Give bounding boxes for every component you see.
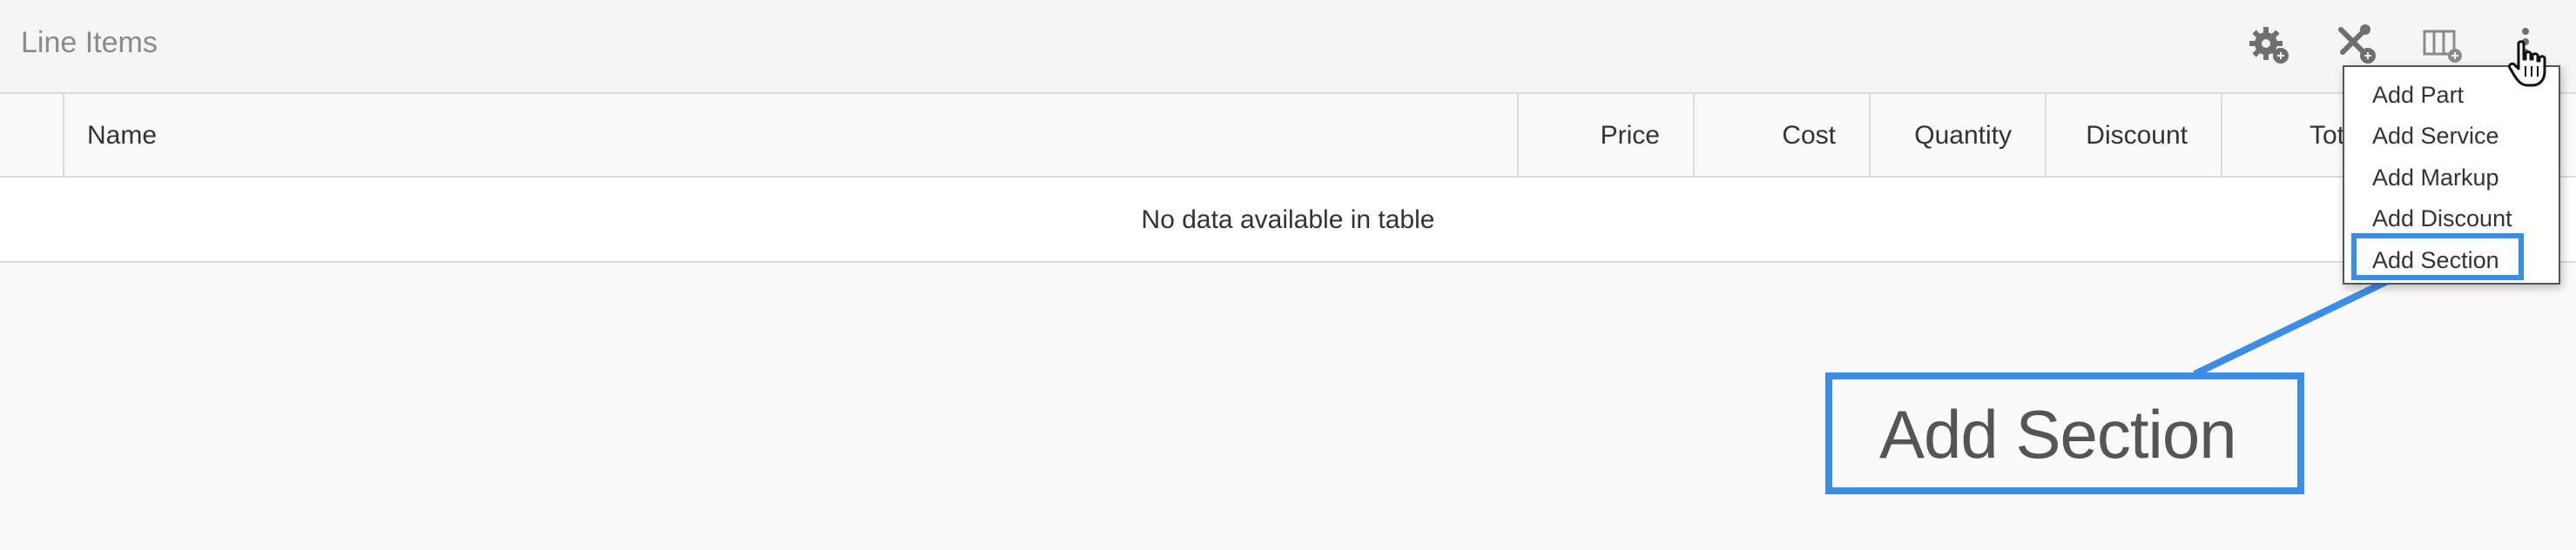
tools-add-icon[interactable] — [2330, 19, 2383, 71]
column-header-cost[interactable]: Cost — [1693, 94, 1869, 178]
settings-add-icon[interactable] — [2243, 19, 2296, 71]
menu-item-add-markup[interactable]: Add Markup — [2372, 158, 2499, 197]
line-items-table: Name Price Cost Quantity Discount Total … — [0, 94, 2576, 263]
columns-add-icon[interactable] — [2418, 19, 2470, 71]
menu-item-add-service[interactable]: Add Service — [2372, 117, 2499, 155]
menu-item-add-part[interactable]: Add Part — [2372, 76, 2464, 114]
table-header-row: Name Price Cost Quantity Discount Total — [0, 94, 2576, 178]
callout-box: Add Section — [1825, 372, 2304, 494]
table-row: No data available in table — [0, 178, 2576, 263]
more-actions-dropdown: Add Part Add Service Add Markup Add Disc… — [2343, 65, 2560, 285]
callout-label: Add Section — [1879, 396, 2237, 473]
line-items-header: Line Items — [0, 0, 2576, 94]
menu-item-add-section[interactable]: Add Section — [2372, 241, 2499, 279]
column-header-name[interactable]: Name — [63, 94, 1517, 178]
hand-cursor-icon — [2508, 40, 2546, 87]
column-header-discount[interactable]: Discount — [2045, 94, 2221, 178]
column-header-select[interactable] — [0, 94, 63, 178]
column-header-price[interactable]: Price — [1517, 94, 1693, 178]
empty-table-message: No data available in table — [1141, 205, 1435, 234]
page-title: Line Items — [21, 26, 158, 59]
column-header-quantity[interactable]: Quantity — [1869, 94, 2045, 178]
menu-item-add-discount[interactable]: Add Discount — [2372, 199, 2512, 238]
